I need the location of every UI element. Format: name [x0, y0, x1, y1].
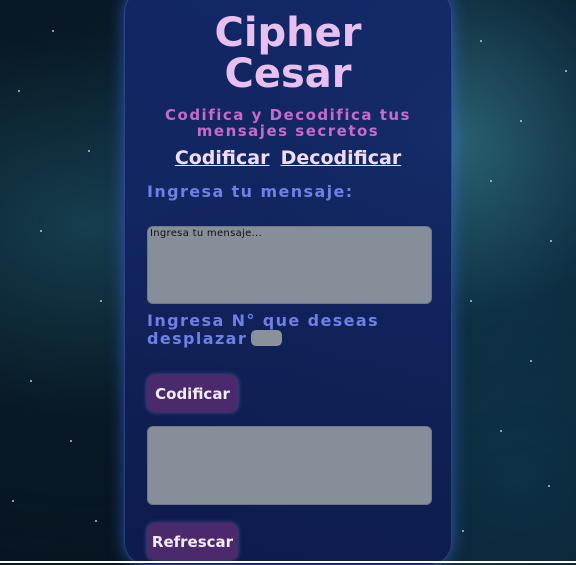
shift-label: Ingresa N° que deseas desplazar	[147, 312, 407, 348]
cipher-card: Cipher Cesar Codifica y Decodifica tus m…	[124, 0, 452, 565]
shift-label-line2: desplazar	[147, 329, 248, 348]
mode-nav: Codificar Decodificar	[124, 147, 452, 169]
encode-button[interactable]: Codificar	[147, 375, 238, 412]
message-label: Ingresa tu mensaje:	[147, 182, 354, 201]
subtitle-line2: mensajes secretos	[196, 122, 380, 140]
subtitle-line1: Codifica y Decodifica tus	[165, 106, 411, 124]
encode-link[interactable]: Codificar	[175, 147, 270, 169]
shift-label-line1: Ingresa N° que deseas	[147, 311, 380, 330]
decode-link[interactable]: Decodificar	[281, 147, 402, 169]
message-input[interactable]: Ingresa tu mensaje...	[147, 226, 432, 304]
page-title: Cipher	[214, 10, 362, 56]
shift-number-input[interactable]	[251, 329, 283, 346]
output-textarea[interactable]	[147, 426, 432, 505]
refresh-button[interactable]: Refrescar	[147, 523, 238, 560]
page-title-line2: Cesar	[224, 51, 352, 97]
message-placeholder: Ingresa tu mensaje...	[150, 228, 262, 239]
page-subtitle: Codifica y Decodifica tus mensajes secre…	[124, 107, 452, 139]
